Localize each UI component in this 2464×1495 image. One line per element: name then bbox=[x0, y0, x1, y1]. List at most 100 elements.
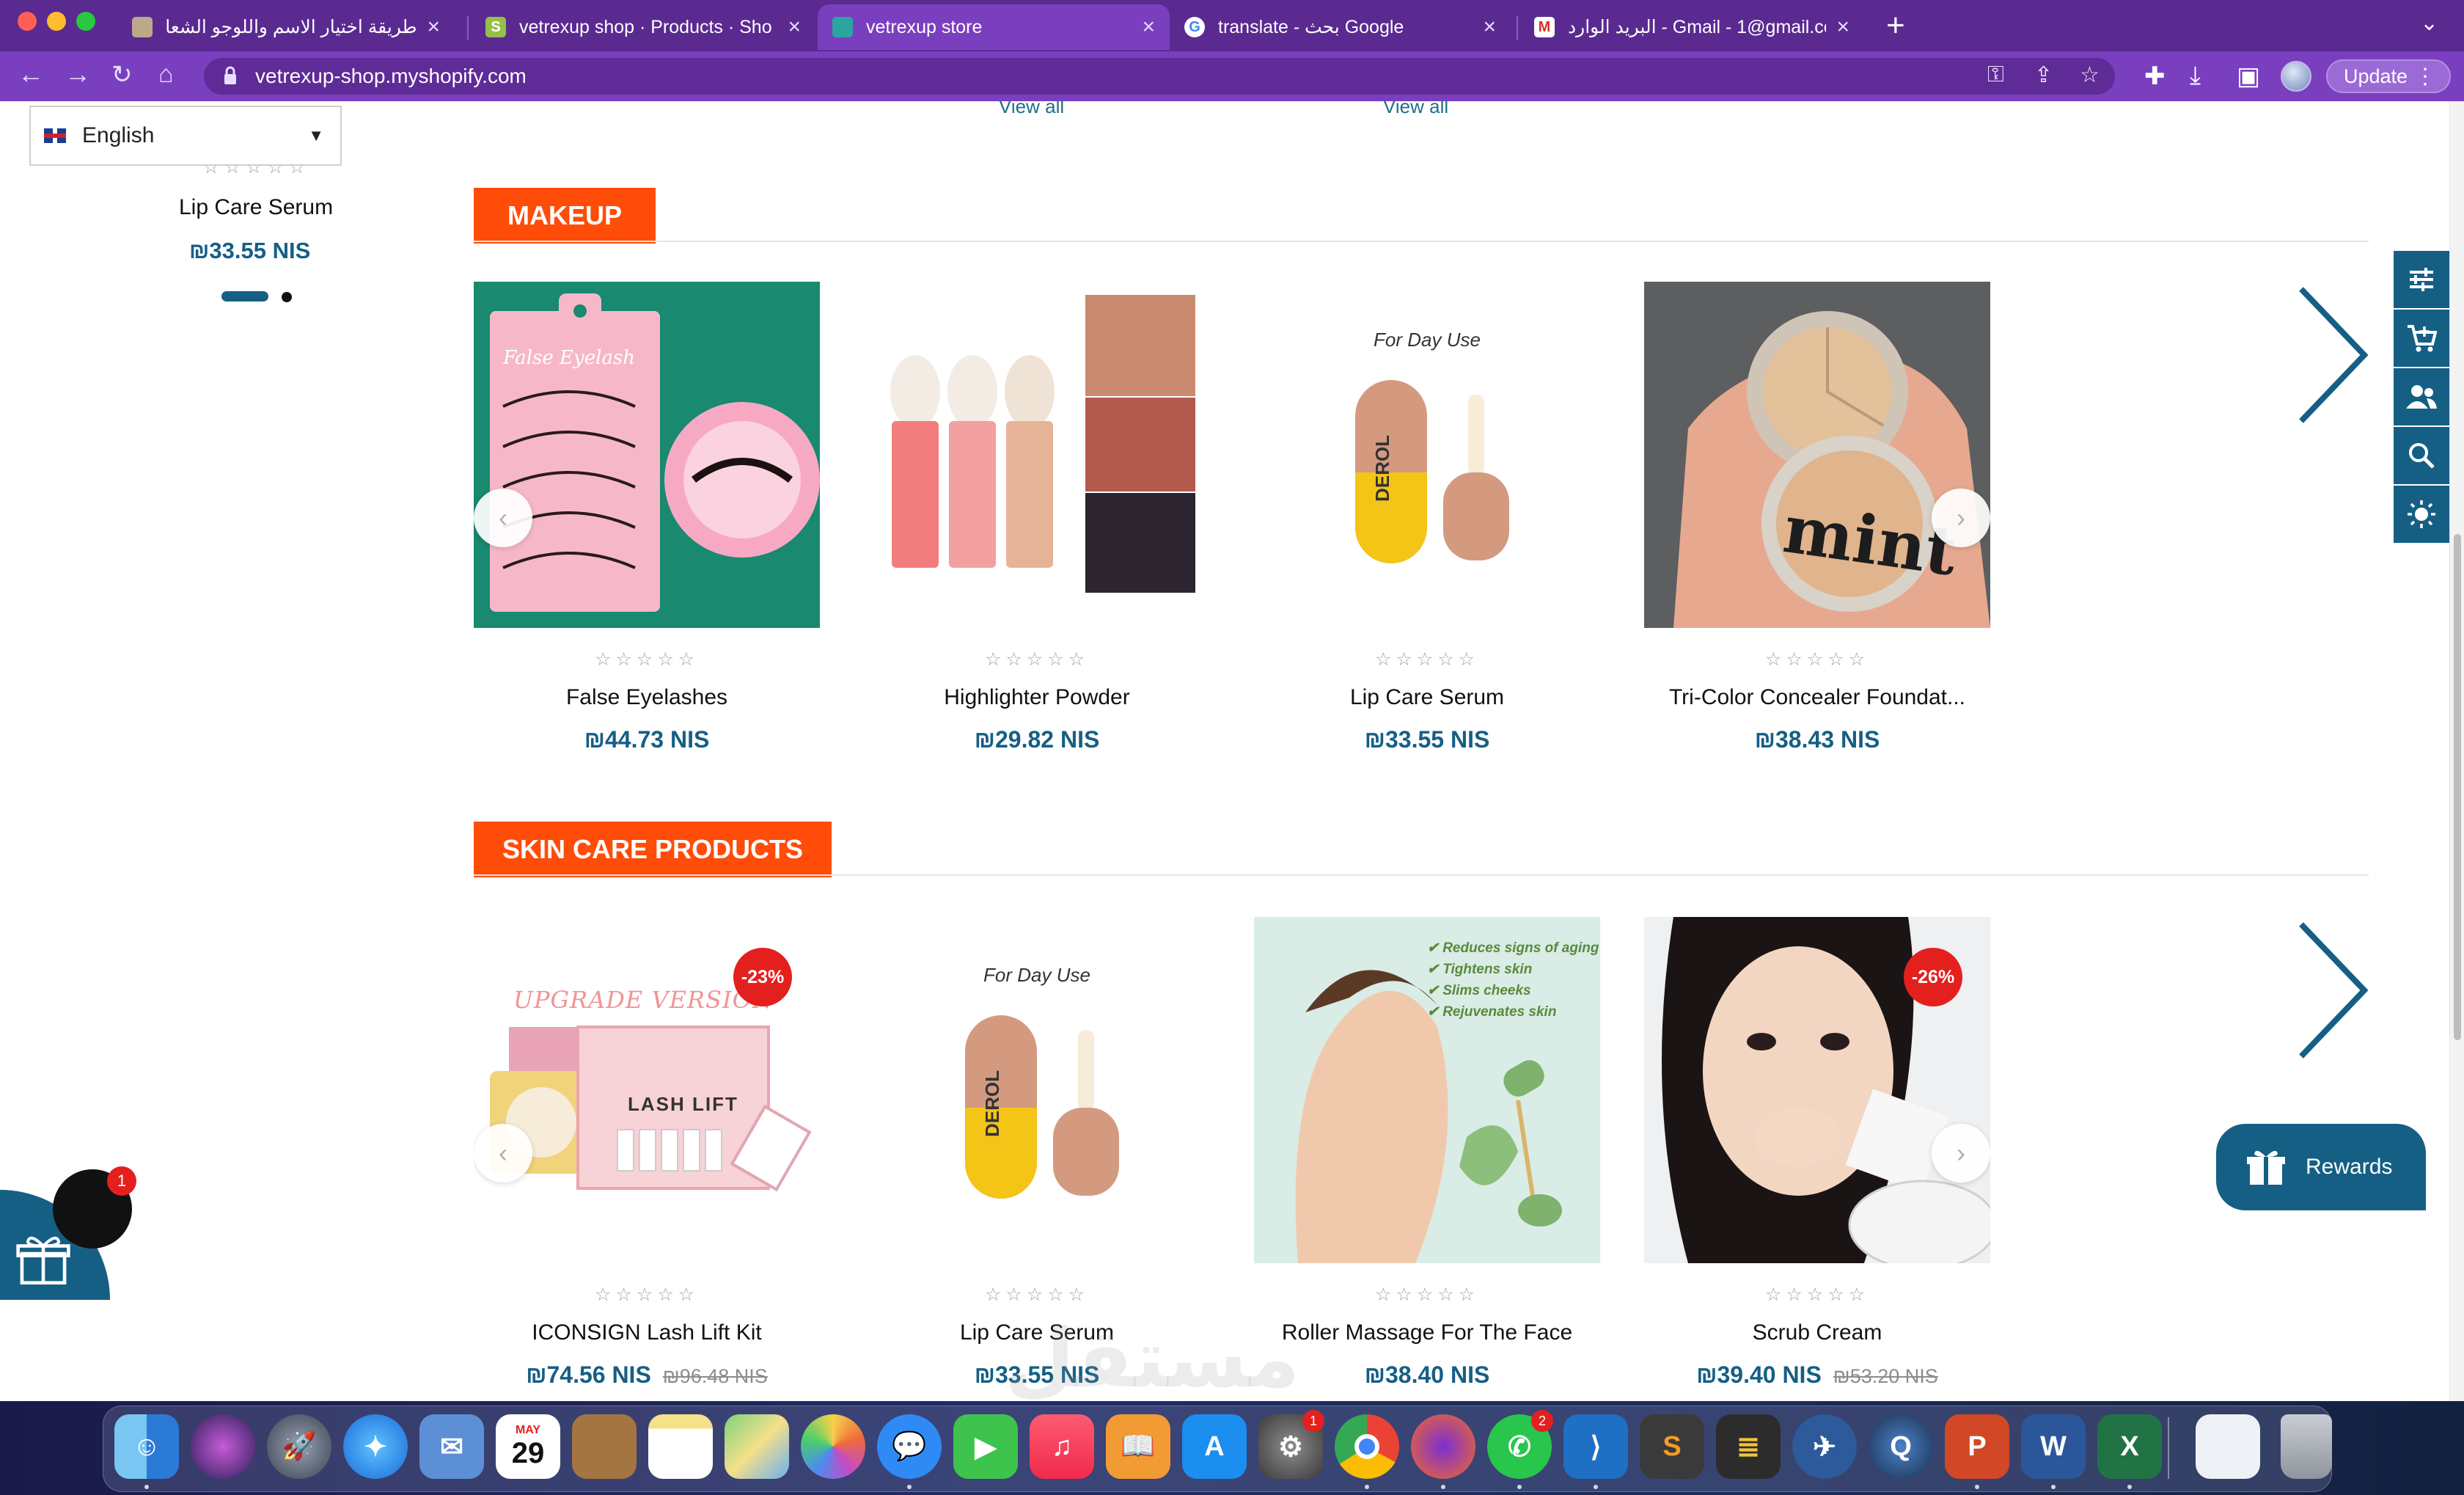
tab-google-translate[interactable]: G translate - بحث Google × bbox=[1170, 4, 1511, 50]
trash-icon[interactable] bbox=[2281, 1414, 2332, 1479]
tab-search-chevron-icon[interactable]: ⌄ bbox=[2420, 10, 2438, 36]
share-icon[interactable]: ⇪ bbox=[2034, 62, 2053, 88]
product-card[interactable]: ☆☆☆☆☆ Highlighter Powder ₪29.82 NIS bbox=[864, 282, 1210, 766]
facetime-icon[interactable]: ▶ bbox=[953, 1414, 1018, 1479]
new-tab-icon[interactable]: + bbox=[1886, 7, 1905, 44]
close-window-button[interactable] bbox=[18, 12, 37, 31]
product-card[interactable]: For Day Use DEROL ☆☆☆☆☆ Lip Care Serum ₪… bbox=[1254, 282, 1600, 766]
notes-icon[interactable] bbox=[648, 1414, 713, 1479]
tab-vetrexup-store[interactable]: vetrexup store × bbox=[818, 4, 1170, 50]
books-icon[interactable]: 📖 bbox=[1106, 1414, 1170, 1479]
slider-dot-active[interactable] bbox=[221, 291, 268, 301]
more-menu-icon[interactable]: ⋮ bbox=[2414, 64, 2436, 89]
finder-icon[interactable]: ☺ bbox=[114, 1414, 179, 1479]
account-icon[interactable] bbox=[2394, 368, 2449, 427]
slider-prev-button[interactable]: ‹ bbox=[474, 489, 532, 547]
product-name[interactable]: Roller Massage For The Face bbox=[1254, 1320, 1600, 1345]
slider-next-button[interactable]: › bbox=[1932, 1124, 1990, 1183]
product-image[interactable]: -26% › bbox=[1644, 917, 1990, 1263]
powerpoint-icon[interactable]: P bbox=[1945, 1414, 2009, 1479]
svg-text:False Eyelash: False Eyelash bbox=[502, 347, 635, 369]
view-all-link[interactable]: View all bbox=[1383, 101, 1448, 118]
crow-icon[interactable]: ✈ bbox=[1792, 1414, 1857, 1479]
side-panel-icon[interactable]: ▣ bbox=[2237, 62, 2260, 91]
product-image[interactable]: False Eyelash ‹ bbox=[474, 282, 820, 628]
page-scrollbar[interactable] bbox=[2449, 101, 2464, 1401]
zoom-window-button[interactable] bbox=[76, 12, 95, 31]
back-arrow-icon[interactable]: ← bbox=[18, 59, 44, 89]
firefox-icon[interactable] bbox=[1411, 1414, 1475, 1479]
vscode-icon[interactable]: ⟩ bbox=[1563, 1414, 1628, 1479]
product-name[interactable]: False Eyelashes bbox=[474, 685, 820, 710]
product-image[interactable]: For Day Use DEROL bbox=[1254, 282, 1600, 628]
product-card[interactable]: -26% › ☆☆☆☆☆ Scrub Cream ₪39.40 NIS ₪53.2… bbox=[1644, 917, 1990, 1401]
extensions-icon[interactable]: ✚ bbox=[2144, 62, 2166, 91]
app-store-icon[interactable]: A bbox=[1182, 1414, 1247, 1479]
tab-arabic-article[interactable]: طريقة اختيار الاسم واللوجو الشعار وانشاء… bbox=[117, 4, 455, 50]
mail-icon[interactable]: ✉ bbox=[419, 1414, 484, 1479]
close-tab-icon[interactable]: × bbox=[1142, 15, 1155, 40]
close-tab-icon[interactable]: × bbox=[427, 15, 440, 40]
product-card[interactable]: ✔ Reduces signs of aging ✔ Tightens skin… bbox=[1254, 917, 1600, 1401]
theme-icon[interactable] bbox=[2394, 486, 2449, 544]
home-icon[interactable]: ⌂ bbox=[158, 60, 174, 89]
running-indicator bbox=[2127, 1485, 2132, 1489]
product-image[interactable]: ✔ Reduces signs of aging ✔ Tightens skin… bbox=[1254, 917, 1600, 1263]
minimize-window-button[interactable] bbox=[47, 12, 66, 31]
product-card[interactable]: False Eyelash ‹ ☆☆☆☆☆ False Eyelashes ₪4… bbox=[474, 282, 820, 766]
calendar-icon[interactable]: MAY 29 bbox=[496, 1414, 560, 1479]
product-name[interactable]: Tri-Color Concealer Foundat... bbox=[1644, 685, 1990, 710]
launchpad-icon[interactable]: 🚀 bbox=[267, 1414, 331, 1479]
slider-prev-button[interactable]: ‹ bbox=[474, 1124, 532, 1183]
product-title[interactable]: Lip Care Serum bbox=[179, 195, 333, 220]
key-icon[interactable]: ⚿ bbox=[1987, 62, 2004, 87]
product-card[interactable]: UPGRADE VERSION LASH LIFT -23% ‹ ☆☆☆☆☆ I… bbox=[474, 917, 820, 1401]
safari-icon[interactable]: ✦ bbox=[343, 1414, 408, 1479]
slider-next-button[interactable]: › bbox=[1932, 489, 1990, 547]
profile-avatar[interactable] bbox=[2281, 61, 2311, 92]
close-tab-icon[interactable]: × bbox=[1836, 15, 1849, 40]
maps-icon[interactable] bbox=[725, 1414, 789, 1479]
carousel-next-arrow-icon[interactable] bbox=[2291, 282, 2372, 428]
product-image[interactable]: UPGRADE VERSION LASH LIFT -23% ‹ bbox=[474, 917, 820, 1263]
product-name[interactable]: ICONSIGN Lash Lift Kit bbox=[474, 1320, 820, 1345]
update-button[interactable]: Update ⋮ bbox=[2326, 59, 2451, 93]
filter-icon[interactable] bbox=[2394, 251, 2449, 310]
product-card[interactable]: mint › ☆☆☆☆☆ Tri-Color Concealer Foundat… bbox=[1644, 282, 1990, 766]
notes-book-icon[interactable] bbox=[572, 1414, 637, 1479]
scrollbar-thumb[interactable] bbox=[2454, 534, 2461, 1040]
address-bar[interactable]: vetrexup-shop.myshopify.com ⚿ ⇪ ☆ bbox=[204, 58, 2115, 95]
forward-arrow-icon[interactable]: → bbox=[65, 59, 91, 89]
photos-icon[interactable] bbox=[801, 1414, 865, 1479]
stack-icon[interactable]: ≣ bbox=[1716, 1414, 1781, 1479]
rewards-button[interactable]: Rewards bbox=[2216, 1124, 2426, 1210]
quicktime-icon[interactable]: Q bbox=[1869, 1414, 1933, 1479]
close-tab-icon[interactable]: × bbox=[788, 15, 801, 40]
carousel-next-arrow-icon[interactable] bbox=[2291, 917, 2372, 1064]
close-tab-icon[interactable]: × bbox=[1483, 15, 1496, 40]
tab-gmail-inbox[interactable]: M البريد الوارد - Gmail - 1@gmail.com × bbox=[1519, 4, 1864, 50]
product-name[interactable]: Scrub Cream bbox=[1644, 1320, 1990, 1345]
word-icon[interactable]: W bbox=[2021, 1414, 2086, 1479]
messages-icon[interactable]: 💬 bbox=[877, 1414, 942, 1479]
chrome-icon[interactable] bbox=[1335, 1414, 1399, 1479]
view-all-link[interactable]: View all bbox=[999, 101, 1064, 118]
reload-icon[interactable]: ↻ bbox=[111, 60, 133, 89]
product-name[interactable]: Lip Care Serum bbox=[1254, 685, 1600, 710]
slider-dot[interactable] bbox=[282, 292, 292, 302]
language-selector[interactable]: English ▼ bbox=[29, 106, 342, 166]
excel-icon[interactable]: X bbox=[2097, 1414, 2162, 1479]
music-icon[interactable]: ♫ bbox=[1030, 1414, 1094, 1479]
product-image[interactable]: For Day Use DEROL bbox=[864, 917, 1210, 1263]
download-icon[interactable]: ⤓ bbox=[2190, 62, 2201, 90]
product-image[interactable] bbox=[864, 282, 1210, 628]
product-image[interactable]: mint › bbox=[1644, 282, 1990, 628]
preview-icon[interactable] bbox=[2196, 1414, 2260, 1479]
search-icon[interactable] bbox=[2394, 427, 2449, 486]
siri-icon[interactable] bbox=[191, 1414, 255, 1479]
sublime-text-icon[interactable]: S bbox=[1640, 1414, 1704, 1479]
product-name[interactable]: Highlighter Powder bbox=[864, 685, 1210, 710]
bookmark-star-icon[interactable]: ☆ bbox=[2080, 62, 2100, 88]
cart-icon[interactable] bbox=[2394, 310, 2449, 368]
tab-shopify-products[interactable]: S vetrexup shop · Products · Sho × bbox=[471, 4, 815, 50]
